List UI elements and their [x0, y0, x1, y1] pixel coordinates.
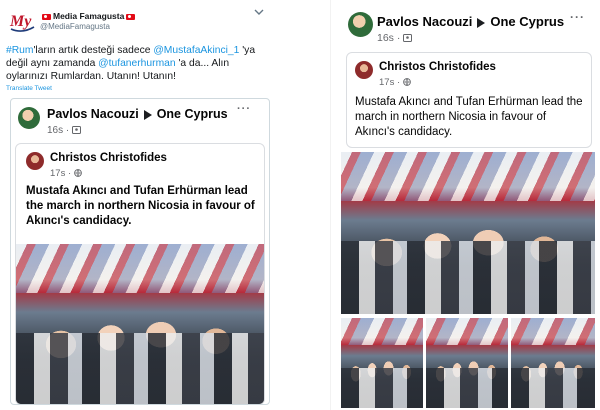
photo-thumbnail[interactable]	[341, 318, 423, 408]
ellipsis-icon[interactable]: ···	[570, 10, 585, 24]
globe-icon	[402, 78, 411, 87]
avatar[interactable]	[348, 12, 373, 37]
account-name[interactable]: Media Famagusta	[40, 11, 137, 21]
tweet-header: My Media Famagusta @MediaFamagusta	[6, 6, 268, 36]
post-author-line[interactable]: Pavlos Nacouzi One Cyprus	[47, 107, 228, 121]
chevron-down-icon[interactable]	[254, 8, 264, 19]
shared-post[interactable]: Christos Christofides 17s · Mustafa Akın…	[346, 52, 592, 148]
mention-link[interactable]: @MustafaAkinci_1	[153, 45, 239, 56]
globe-icon	[73, 169, 82, 178]
shared-author[interactable]: Christos Christofides	[50, 152, 167, 164]
post-body: Mustafa Akıncı and Tufan Erhürman lead t…	[355, 96, 583, 138]
tweet-text: #Rum'ların artık desteği sadece @Mustafa…	[6, 44, 268, 83]
media-famagusta-logo[interactable]: My	[8, 8, 36, 34]
photo-thumbnails	[340, 318, 596, 408]
shared-post[interactable]: Christos Christofides 17s · Mustafa Akın…	[15, 143, 265, 404]
avatar[interactable]	[18, 107, 40, 129]
post-author-line[interactable]: Pavlos Nacouzi One Cyprus	[377, 14, 564, 29]
turkey-flag-icon	[126, 13, 136, 20]
triangle-right-icon	[477, 17, 486, 28]
shared-post-time[interactable]: 17s ·	[379, 77, 411, 88]
post-body: Mustafa Akıncı and Tufan Erhürman lead t…	[26, 185, 255, 227]
avatar[interactable]	[355, 61, 373, 79]
fb-post: Pavlos Nacouzi One Cyprus 16s · ··· Chris…	[340, 6, 596, 408]
hashtag-link[interactable]: #Rum	[6, 45, 33, 56]
mention-link[interactable]: @tufanerhurman	[98, 58, 175, 69]
embedded-screenshot-card[interactable]: Pavlos Nacouzi One Cyprus 16s · ··· Chris…	[10, 98, 270, 405]
march-photo-main[interactable]	[341, 152, 595, 314]
verified-flag-icon	[42, 13, 51, 20]
svg-text:My: My	[9, 13, 32, 30]
group-icon	[403, 34, 413, 43]
avatar[interactable]	[26, 152, 44, 170]
ellipsis-icon[interactable]: ···	[237, 103, 251, 115]
group-icon	[72, 126, 82, 135]
triangle-right-icon	[143, 109, 152, 120]
post-time[interactable]: 16s ·	[47, 125, 82, 136]
account-handle[interactable]: @MediaFamagusta	[40, 22, 110, 31]
shared-author[interactable]: Christos Christofides	[379, 61, 496, 73]
translate-tweet-link[interactable]: Translate Tweet	[6, 85, 268, 92]
shared-post-time[interactable]: 17s ·	[50, 168, 82, 179]
march-photo[interactable]	[16, 244, 264, 404]
photo-thumbnail[interactable]	[426, 318, 508, 408]
post-time[interactable]: 16s ·	[377, 32, 413, 44]
tweet-text-segment: 'ların artık desteği sadece	[33, 45, 154, 56]
tweet: My Media Famagusta @MediaFamagusta #Rum'…	[6, 6, 270, 406]
photo-thumbnail[interactable]	[511, 318, 595, 408]
divider	[330, 0, 331, 410]
